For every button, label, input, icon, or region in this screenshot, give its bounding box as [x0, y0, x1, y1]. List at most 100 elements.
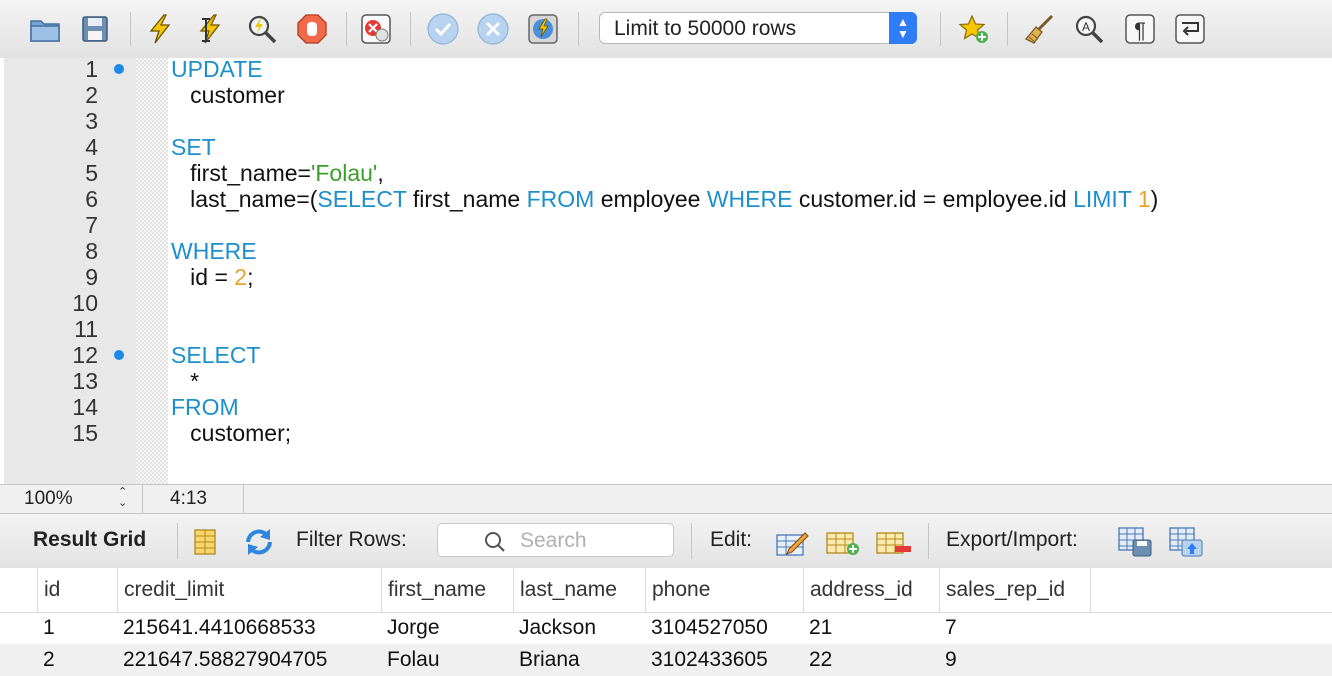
- toolbar-separator: [346, 12, 347, 46]
- table-row[interactable]: 1 215641.4410668533 Jorge Jackson 310452…: [0, 612, 1332, 644]
- code-text: id = 2;: [171, 264, 253, 290]
- code-line[interactable]: 4 SET: [0, 134, 1332, 160]
- table-cell[interactable]: 1: [37, 612, 117, 644]
- zoom-level[interactable]: 100%: [24, 488, 73, 510]
- table-cell[interactable]: 221647.58827904705: [117, 644, 381, 676]
- table-cell[interactable]: 2: [37, 644, 117, 676]
- commit-button[interactable]: [426, 12, 460, 46]
- sql-string: 'Folau': [310, 160, 378, 186]
- edit-pencil-icon: [776, 532, 809, 556]
- line-number: 12: [72, 342, 98, 368]
- result-grid-label[interactable]: Result Grid: [33, 528, 146, 552]
- limit-rows-value: Limit to 50000 rows: [614, 17, 797, 40]
- open-file-button[interactable]: [28, 12, 62, 46]
- sql-keyword: WHERE: [706, 186, 793, 212]
- export-button[interactable]: [1117, 526, 1153, 558]
- query-toolbar: Limit to 50000 rows ▲ ▼ A ¶: [0, 0, 1332, 59]
- table-cell[interactable]: Jorge: [381, 612, 513, 644]
- delete-row-button[interactable]: [875, 526, 911, 558]
- line-number: 2: [85, 82, 98, 108]
- toggle-invisible-chars-button[interactable]: ¶: [1123, 12, 1157, 46]
- invisible-chars-pilcrow-icon: ¶: [1125, 14, 1155, 44]
- add-snippet-button[interactable]: [957, 12, 991, 46]
- refresh-button[interactable]: [241, 526, 277, 558]
- limit-rows-select[interactable]: Limit to 50000 rows ▲ ▼: [599, 12, 917, 44]
- stop-button[interactable]: [295, 12, 329, 46]
- code-text: UPDATE: [171, 56, 263, 82]
- filter-rows-label: Filter Rows:: [296, 528, 407, 551]
- code-line[interactable]: 7: [0, 212, 1332, 238]
- import-button[interactable]: [1168, 526, 1204, 558]
- table-cell[interactable]: Jackson: [513, 612, 645, 644]
- toolbar-separator: [940, 12, 941, 46]
- save-button[interactable]: [78, 12, 112, 46]
- sql-text: id =: [171, 264, 235, 290]
- result-separator: [177, 523, 178, 559]
- code-line[interactable]: 2 customer: [0, 82, 1332, 108]
- column-header-address-id[interactable]: address_id: [803, 568, 939, 612]
- code-line[interactable]: 1 UPDATE: [0, 56, 1332, 82]
- beautify-button[interactable]: [1022, 12, 1056, 46]
- sql-editor[interactable]: 1 UPDATE 2 customer 3 4 SET 5 first_name='Fola…: [0, 56, 1332, 484]
- zoom-stepper-icon[interactable]: ⌃ ⌄: [118, 487, 127, 509]
- form-view-button[interactable]: [187, 526, 223, 558]
- execute-current-button[interactable]: [193, 12, 227, 46]
- table-cell[interactable]: Folau: [381, 644, 513, 676]
- edit-cell-button[interactable]: [774, 526, 810, 558]
- code-line[interactable]: 10: [0, 290, 1332, 316]
- code-line[interactable]: 6 last_name=(SELECT first_name FROM empl…: [0, 186, 1332, 212]
- rollback-button[interactable]: [476, 12, 510, 46]
- execute-all-button[interactable]: [143, 12, 177, 46]
- autocommit-toggle-button[interactable]: [526, 12, 560, 46]
- line-number: 1: [85, 56, 98, 82]
- code-line[interactable]: 15 customer;: [0, 420, 1332, 446]
- add-row-button[interactable]: [825, 526, 861, 558]
- column-header-last-name[interactable]: last_name: [513, 568, 645, 612]
- delete-row-icon: [876, 532, 911, 554]
- sql-keyword: SELECT: [317, 186, 407, 212]
- code-line[interactable]: 13 *: [0, 368, 1332, 394]
- code-text: SELECT: [171, 342, 260, 368]
- code-text: WHERE: [171, 238, 257, 264]
- find-magnifier-icon: A: [1075, 15, 1104, 44]
- code-line[interactable]: 11: [0, 316, 1332, 342]
- column-header-credit-limit[interactable]: credit_limit: [117, 568, 381, 612]
- table-cell[interactable]: 9: [939, 644, 1091, 676]
- result-separator: [691, 523, 692, 559]
- result-grid[interactable]: id credit_limit first_name last_name pho…: [0, 568, 1332, 676]
- code-line[interactable]: 3: [0, 108, 1332, 134]
- table-cell[interactable]: 21: [803, 612, 939, 644]
- save-icon: [82, 16, 108, 42]
- code-line[interactable]: 12 SELECT: [0, 342, 1332, 368]
- column-header-first-name[interactable]: first_name: [381, 568, 513, 612]
- table-row[interactable]: 2 221647.58827904705 Folau Briana 310243…: [0, 644, 1332, 676]
- table-cell[interactable]: 3102433605: [645, 644, 803, 676]
- search-input[interactable]: [518, 528, 672, 554]
- table-cell[interactable]: Briana: [513, 644, 645, 676]
- svg-text:A: A: [1082, 20, 1090, 34]
- filter-rows-search[interactable]: [437, 523, 674, 557]
- table-cell[interactable]: 215641.4410668533: [117, 612, 381, 644]
- table-cell[interactable]: 3104527050: [645, 612, 803, 644]
- statement-marker-icon: [114, 350, 124, 360]
- table-cell[interactable]: 22: [803, 644, 939, 676]
- add-snippet-star-icon: [958, 14, 988, 43]
- code-line[interactable]: 14 FROM: [0, 394, 1332, 420]
- refresh-icon: [246, 529, 272, 555]
- column-header-sales-rep-id[interactable]: sales_rep_id: [939, 568, 1091, 612]
- editor-status-bar: 100% ⌃ ⌄ 4:13: [0, 484, 1332, 514]
- add-row-icon: [826, 532, 859, 555]
- table-cell[interactable]: 7: [939, 612, 1091, 644]
- sql-text: first_name=: [171, 160, 311, 186]
- code-line[interactable]: 5 first_name='Folau',: [0, 160, 1332, 186]
- export-table-icon: [1118, 527, 1152, 557]
- toggle-word-wrap-button[interactable]: [1173, 12, 1207, 46]
- column-header-phone[interactable]: phone: [645, 568, 803, 612]
- column-header-id[interactable]: id: [37, 568, 117, 612]
- code-line[interactable]: 9 id = 2;: [0, 264, 1332, 290]
- toggle-stop-on-error-button[interactable]: [359, 12, 393, 46]
- code-line[interactable]: 8 WHERE: [0, 238, 1332, 264]
- explain-button[interactable]: [245, 12, 279, 46]
- line-number: 11: [74, 316, 98, 342]
- find-button[interactable]: A: [1072, 12, 1106, 46]
